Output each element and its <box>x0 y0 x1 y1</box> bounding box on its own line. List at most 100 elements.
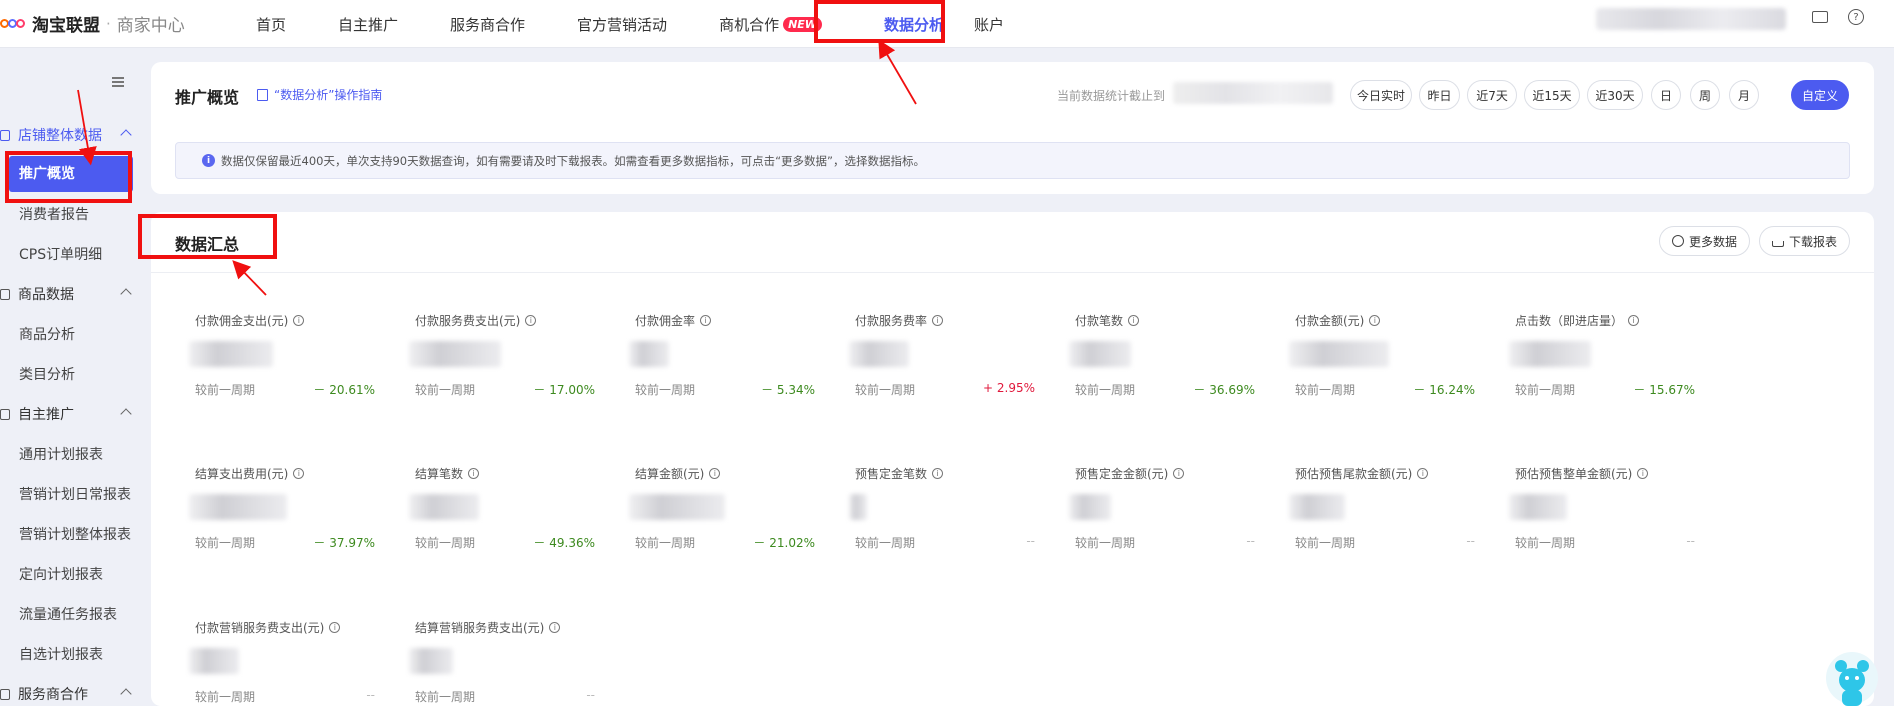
info-tooltip-icon[interactable]: i <box>1637 468 1649 479</box>
divider <box>151 272 1874 273</box>
info-tooltip-icon[interactable]: i <box>700 315 712 326</box>
info-tooltip-icon[interactable]: i <box>1128 315 1140 326</box>
metric-card: 结算金额(元) i 较前一周期 － 21.02% <box>629 465 815 551</box>
sidebar-group-self-promotion[interactable]: 自主推广 <box>0 404 132 424</box>
annotation-box-title <box>138 214 277 259</box>
sidebar-group-store-data[interactable]: 店铺整体数据 <box>0 125 132 145</box>
range-month[interactable]: 月 <box>1729 80 1759 110</box>
compare-label: 较前一周期 <box>855 383 916 397</box>
compare-label: 较前一周期 <box>635 536 696 550</box>
range-7-days[interactable]: 近7天 <box>1467 80 1517 110</box>
sidebar-item-traffic-task-report[interactable]: 流量通任务报表 <box>19 604 117 624</box>
range-custom[interactable]: 自定义 <box>1791 80 1849 110</box>
nav-account[interactable]: 账户 <box>974 14 1004 35</box>
range-15-days[interactable]: 近15天 <box>1524 80 1580 110</box>
nav-home[interactable]: 首页 <box>256 14 286 35</box>
help-icon[interactable]: ? <box>1848 9 1864 25</box>
metric-comparison: 较前一周期 -- <box>195 688 375 705</box>
sidebar-group-product-data[interactable]: 商品数据 <box>0 284 132 304</box>
sidebar-item-targeted-plan-report[interactable]: 定向计划报表 <box>19 564 103 584</box>
nav-business-opportunity[interactable]: 商机合作 NEW <box>719 14 822 35</box>
guide-link[interactable]: “数据分析”操作指南 <box>257 86 382 103</box>
metric-label-text: 付款佣金支出(元) <box>195 314 289 328</box>
metric-card: 付款服务费支出(元) i 较前一周期 － 17.00% <box>409 312 595 398</box>
nav-official-campaigns[interactable]: 官方营销活动 <box>577 14 667 35</box>
info-tooltip-icon[interactable]: i <box>709 468 721 479</box>
metric-change: － 16.24% <box>1413 383 1475 397</box>
metric-label: 结算笔数 i <box>415 465 595 482</box>
metric-value-blurred <box>849 341 909 367</box>
info-tooltip-icon[interactable]: i <box>329 622 341 633</box>
info-tooltip-icon[interactable]: i <box>932 468 944 479</box>
metric-label-text: 预估预售整单金额(元) <box>1515 467 1633 481</box>
info-tooltip-icon[interactable]: i <box>468 468 480 479</box>
sidebar-item-marketing-overall-report[interactable]: 营销计划整体报表 <box>19 524 131 544</box>
sidebar-item-cps-orders[interactable]: CPS订单明细 <box>19 244 102 264</box>
mail-icon[interactable] <box>1812 11 1828 23</box>
info-notice-text: 数据仅保留最近400天，单次支持90天数据查询，如有需要请及时下载报表。如需查看… <box>221 153 925 168</box>
compare-label: 较前一周期 <box>415 536 476 550</box>
range-week[interactable]: 周 <box>1690 80 1720 110</box>
metric-card: 付款笔数 i 较前一周期 － 36.69% <box>1069 312 1255 398</box>
chart-icon <box>0 129 10 141</box>
info-tooltip-icon[interactable]: i <box>1628 315 1640 326</box>
metric-comparison: 较前一周期 -- <box>855 534 1035 551</box>
metric-value-blurred <box>409 494 479 520</box>
metric-label: 付款笔数 i <box>1075 312 1255 329</box>
assistant-mascot-icon[interactable] <box>1826 650 1878 706</box>
more-data-button[interactable]: 更多数据 <box>1659 226 1751 256</box>
metric-change: － 36.69% <box>1193 383 1255 397</box>
metric-change: － 49.36% <box>533 536 595 550</box>
info-tooltip-icon[interactable]: i <box>1173 468 1185 479</box>
metric-change: -- <box>366 688 375 702</box>
nav-service-partners[interactable]: 服务商合作 <box>450 14 525 35</box>
info-tooltip-icon[interactable]: i <box>549 622 561 633</box>
metric-value-blurred <box>409 648 453 674</box>
info-tooltip-icon[interactable]: i <box>1369 315 1381 326</box>
metric-label-text: 结算笔数 <box>415 467 464 481</box>
metric-card: 预估预售尾款金额(元) i 较前一周期 -- <box>1289 465 1475 551</box>
range-30-days[interactable]: 近30天 <box>1587 80 1643 110</box>
metric-label-text: 预售定金笔数 <box>855 467 928 481</box>
metric-value-blurred <box>409 341 501 367</box>
nav-self-promotion[interactable]: 自主推广 <box>338 14 398 35</box>
download-report-button[interactable]: 下载报表 <box>1759 226 1851 256</box>
sidebar-item-custom-plan-report[interactable]: 自选计划报表 <box>19 644 103 664</box>
brand-logo[interactable]: 淘宝联盟 · 商家中心 <box>0 0 185 48</box>
metric-card: 付款佣金支出(元) i 较前一周期 － 20.61% <box>189 312 375 398</box>
metric-label-text: 付款服务费率 <box>855 314 928 328</box>
metric-card: 点击数（即进店量） i 较前一周期 － 15.67% <box>1509 312 1695 398</box>
sidebar-item-marketing-daily-report[interactable]: 营销计划日常报表 <box>19 484 131 504</box>
info-tooltip-icon[interactable]: i <box>525 315 537 326</box>
metric-value-blurred <box>189 494 287 520</box>
info-tooltip-icon[interactable]: i <box>1417 468 1429 479</box>
metric-value-blurred <box>1509 494 1567 520</box>
compare-label: 较前一周期 <box>635 383 696 397</box>
metric-change: -- <box>1026 534 1035 548</box>
compare-label: 较前一周期 <box>1515 383 1576 397</box>
logo-subtitle: 商家中心 <box>116 16 185 36</box>
sidebar-group-label: 服务商合作 <box>18 687 88 703</box>
range-today-realtime[interactable]: 今日实时 <box>1350 80 1412 110</box>
sidebar-item-product-analysis[interactable]: 商品分析 <box>19 324 75 344</box>
sidebar-group-service-partners[interactable]: 服务商合作 <box>0 684 132 704</box>
metric-value-blurred <box>1069 341 1131 367</box>
range-day[interactable]: 日 <box>1651 80 1681 110</box>
metric-comparison: 较前一周期 － 5.34% <box>635 381 815 398</box>
account-name-blurred[interactable] <box>1596 8 1786 30</box>
metric-label: 结算支出费用(元) i <box>195 465 375 482</box>
info-tooltip-icon[interactable]: i <box>293 468 305 479</box>
sidebar-item-general-plan-report[interactable]: 通用计划报表 <box>19 444 103 464</box>
sidebar-item-category-analysis[interactable]: 类目分析 <box>19 364 75 384</box>
info-tooltip-icon[interactable]: i <box>293 315 305 326</box>
range-yesterday[interactable]: 昨日 <box>1419 80 1460 110</box>
info-tooltip-icon[interactable]: i <box>932 315 944 326</box>
metric-value-blurred <box>1069 494 1111 520</box>
metric-label-text: 付款金额(元) <box>1295 314 1365 328</box>
menu-collapse-icon[interactable] <box>112 77 124 87</box>
metric-label: 结算营销服务费支出(元) i <box>415 619 595 636</box>
sidebar-item-consumer-report[interactable]: 消费者报告 <box>19 204 89 224</box>
metric-card: 结算笔数 i 较前一周期 － 49.36% <box>409 465 595 551</box>
metric-label-text: 付款服务费支出(元) <box>415 314 521 328</box>
overview-card: 推广概览 “数据分析”操作指南 当前数据统计截止到 今日实时 昨日 近7天 近1… <box>151 62 1874 194</box>
